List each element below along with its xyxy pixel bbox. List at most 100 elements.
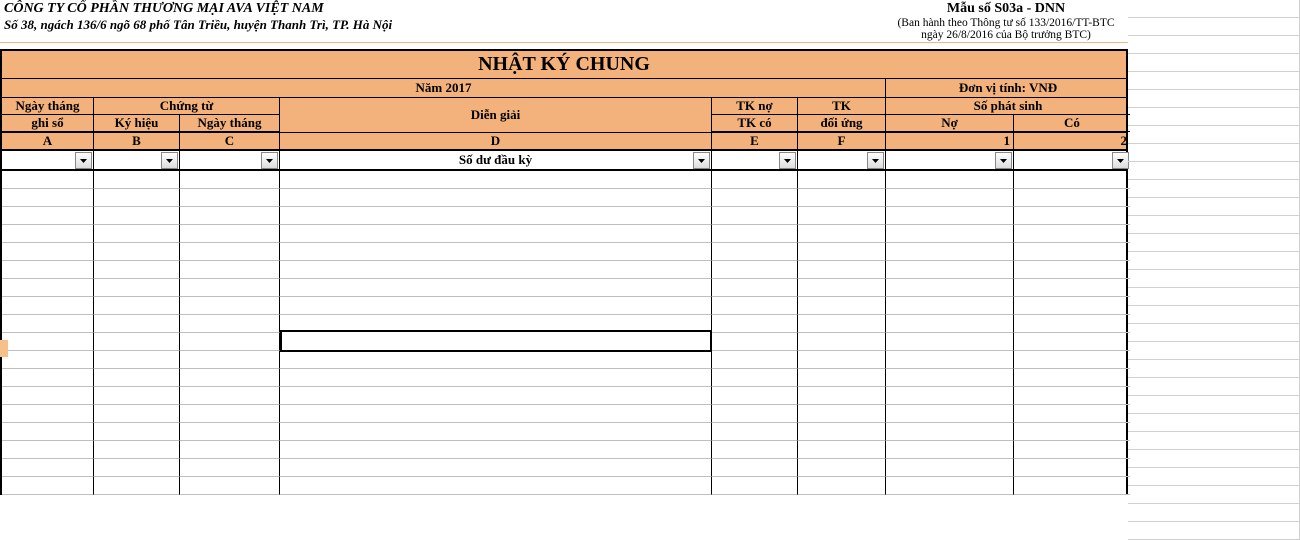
gutter-cell[interactable] <box>1128 0 1300 18</box>
data-cell[interactable] <box>1014 333 1130 351</box>
data-cell[interactable] <box>280 459 712 477</box>
data-cell[interactable] <box>798 297 886 315</box>
gutter-cell[interactable] <box>1128 162 1300 180</box>
data-cell[interactable] <box>712 315 798 333</box>
gutter-cell[interactable] <box>1128 108 1300 126</box>
gutter-cell[interactable] <box>1128 522 1300 540</box>
data-cell[interactable] <box>2 477 94 495</box>
data-cell[interactable] <box>798 441 886 459</box>
gutter-cell[interactable] <box>1128 54 1300 72</box>
data-cell[interactable] <box>1014 279 1130 297</box>
data-cell[interactable] <box>1014 387 1130 405</box>
data-cell[interactable] <box>712 297 798 315</box>
data-cell[interactable] <box>94 207 180 225</box>
data-cell[interactable] <box>280 333 712 351</box>
data-cell[interactable] <box>180 351 280 369</box>
filter-dropdown-icon[interactable] <box>75 152 92 169</box>
gutter-cell[interactable] <box>1128 72 1300 90</box>
data-cell[interactable] <box>2 243 94 261</box>
gutter-cell[interactable] <box>1128 252 1300 270</box>
gutter-cell[interactable] <box>1128 180 1300 198</box>
data-cell[interactable] <box>280 315 712 333</box>
gutter-cell[interactable] <box>1128 306 1300 324</box>
data-cell[interactable] <box>2 405 94 423</box>
data-cell[interactable] <box>180 423 280 441</box>
filter-dropdown-icon[interactable] <box>693 152 710 169</box>
data-cell[interactable] <box>886 171 1014 189</box>
data-cell[interactable] <box>1014 171 1130 189</box>
data-cell[interactable] <box>798 387 886 405</box>
data-cell[interactable] <box>712 279 798 297</box>
data-cell[interactable] <box>180 333 280 351</box>
data-cell[interactable] <box>280 405 712 423</box>
filter-cell-c[interactable] <box>180 151 280 169</box>
data-cell[interactable] <box>798 351 886 369</box>
data-cell[interactable] <box>2 297 94 315</box>
gutter-cell[interactable] <box>1128 486 1300 504</box>
data-cell[interactable] <box>886 423 1014 441</box>
data-cell[interactable] <box>712 261 798 279</box>
gutter-cell[interactable] <box>1128 198 1300 216</box>
data-cell[interactable] <box>2 171 94 189</box>
data-cell[interactable] <box>798 189 886 207</box>
data-cell[interactable] <box>180 459 280 477</box>
gutter-cell[interactable] <box>1128 468 1300 486</box>
data-cell[interactable] <box>280 225 712 243</box>
gutter-cell[interactable] <box>1128 126 1300 144</box>
gutter-cell[interactable] <box>1128 396 1300 414</box>
data-cell[interactable] <box>180 243 280 261</box>
data-cell[interactable] <box>886 315 1014 333</box>
data-cell[interactable] <box>180 387 280 405</box>
data-cell[interactable] <box>280 207 712 225</box>
gutter-cell[interactable] <box>1128 90 1300 108</box>
data-cell[interactable] <box>1014 225 1130 243</box>
data-cell[interactable] <box>280 369 712 387</box>
filter-dropdown-icon[interactable] <box>1112 152 1129 169</box>
data-cell[interactable] <box>712 207 798 225</box>
data-cell[interactable] <box>280 279 712 297</box>
filter-cell-e[interactable] <box>712 151 798 169</box>
gutter-cell[interactable] <box>1128 450 1300 468</box>
data-cell[interactable] <box>886 333 1014 351</box>
data-cell[interactable] <box>798 333 886 351</box>
filter-cell-a[interactable] <box>2 151 94 169</box>
data-cell[interactable] <box>180 369 280 387</box>
gutter-cell[interactable] <box>1128 414 1300 432</box>
data-cell[interactable] <box>712 243 798 261</box>
filter-cell-b[interactable] <box>94 151 180 169</box>
data-cell[interactable] <box>1014 459 1130 477</box>
data-cell[interactable] <box>712 351 798 369</box>
data-cell[interactable] <box>886 369 1014 387</box>
filter-cell-1[interactable] <box>886 151 1014 169</box>
data-cell[interactable] <box>886 279 1014 297</box>
data-cell[interactable] <box>280 351 712 369</box>
filter-dropdown-icon[interactable] <box>779 152 796 169</box>
data-cell[interactable] <box>712 441 798 459</box>
gutter-cell[interactable] <box>1128 504 1300 522</box>
data-cell[interactable] <box>886 225 1014 243</box>
data-cell[interactable] <box>712 171 798 189</box>
data-cell[interactable] <box>280 243 712 261</box>
data-cell[interactable] <box>798 477 886 495</box>
data-cell[interactable] <box>1014 243 1130 261</box>
data-cell[interactable] <box>280 261 712 279</box>
data-cell[interactable] <box>886 207 1014 225</box>
data-cell[interactable] <box>1014 315 1130 333</box>
data-cell[interactable] <box>712 333 798 351</box>
spreadsheet-gutter[interactable] <box>1128 0 1300 540</box>
data-cell[interactable] <box>1014 369 1130 387</box>
data-cell[interactable] <box>94 297 180 315</box>
data-cell[interactable] <box>2 261 94 279</box>
data-cell[interactable] <box>712 423 798 441</box>
data-cell[interactable] <box>886 405 1014 423</box>
data-cell[interactable] <box>1014 189 1130 207</box>
data-cell[interactable] <box>1014 207 1130 225</box>
data-cell[interactable] <box>1014 297 1130 315</box>
data-cell[interactable] <box>94 441 180 459</box>
gutter-cell[interactable] <box>1128 234 1300 252</box>
filter-dropdown-icon[interactable] <box>995 152 1012 169</box>
data-cell[interactable] <box>886 387 1014 405</box>
data-cell[interactable] <box>798 315 886 333</box>
data-cell[interactable] <box>280 423 712 441</box>
data-cell[interactable] <box>798 459 886 477</box>
